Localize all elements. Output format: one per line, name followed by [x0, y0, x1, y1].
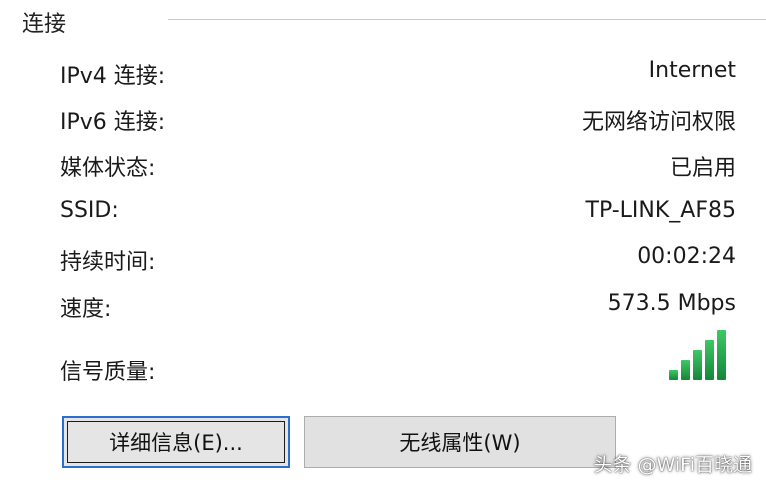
- signal-bar: [669, 370, 678, 380]
- signal-bar: [681, 360, 690, 380]
- group-divider: [168, 19, 766, 20]
- media-state-row: 媒体状态: 已启用: [60, 150, 736, 181]
- signal-bar: [717, 330, 726, 380]
- ipv4-value: Internet: [648, 58, 736, 83]
- signal-bar: [705, 340, 714, 380]
- speed-label: 速度:: [60, 297, 112, 322]
- signal-row: 信号质量:: [60, 354, 736, 385]
- ssid-row: SSID: TP-LINK_AF85: [60, 198, 736, 228]
- ipv4-row: IPv4 连接: Internet: [60, 58, 736, 89]
- wireless-properties-button[interactable]: 无线属性(W): [304, 416, 616, 468]
- media-state-label: 媒体状态:: [60, 156, 156, 181]
- signal-label: 信号质量:: [60, 360, 156, 385]
- media-state-value: 已启用: [669, 156, 736, 181]
- group-title: 连接: [22, 12, 67, 37]
- duration-value: 00:02:24: [637, 244, 736, 269]
- signal-strength-icon: [669, 330, 729, 380]
- ipv6-label: IPv6 连接:: [60, 110, 166, 135]
- ipv6-row: IPv6 连接: 无网络访问权限: [60, 104, 736, 135]
- details-button[interactable]: 详细信息(E)...: [62, 416, 290, 468]
- duration-row: 持续时间: 00:02:24: [60, 244, 736, 275]
- ssid-value: TP-LINK_AF85: [585, 198, 737, 223]
- ssid-label: SSID:: [60, 198, 119, 223]
- ipv6-value: 无网络访问权限: [581, 110, 736, 135]
- watermark-text: 头条 @WiFi百晓通: [593, 454, 752, 476]
- speed-row: 速度: 573.5 Mbps: [60, 291, 736, 322]
- ipv4-label: IPv4 连接:: [60, 64, 166, 89]
- signal-bar: [693, 350, 702, 380]
- duration-label: 持续时间:: [60, 250, 156, 275]
- speed-value: 573.5 Mbps: [607, 291, 736, 316]
